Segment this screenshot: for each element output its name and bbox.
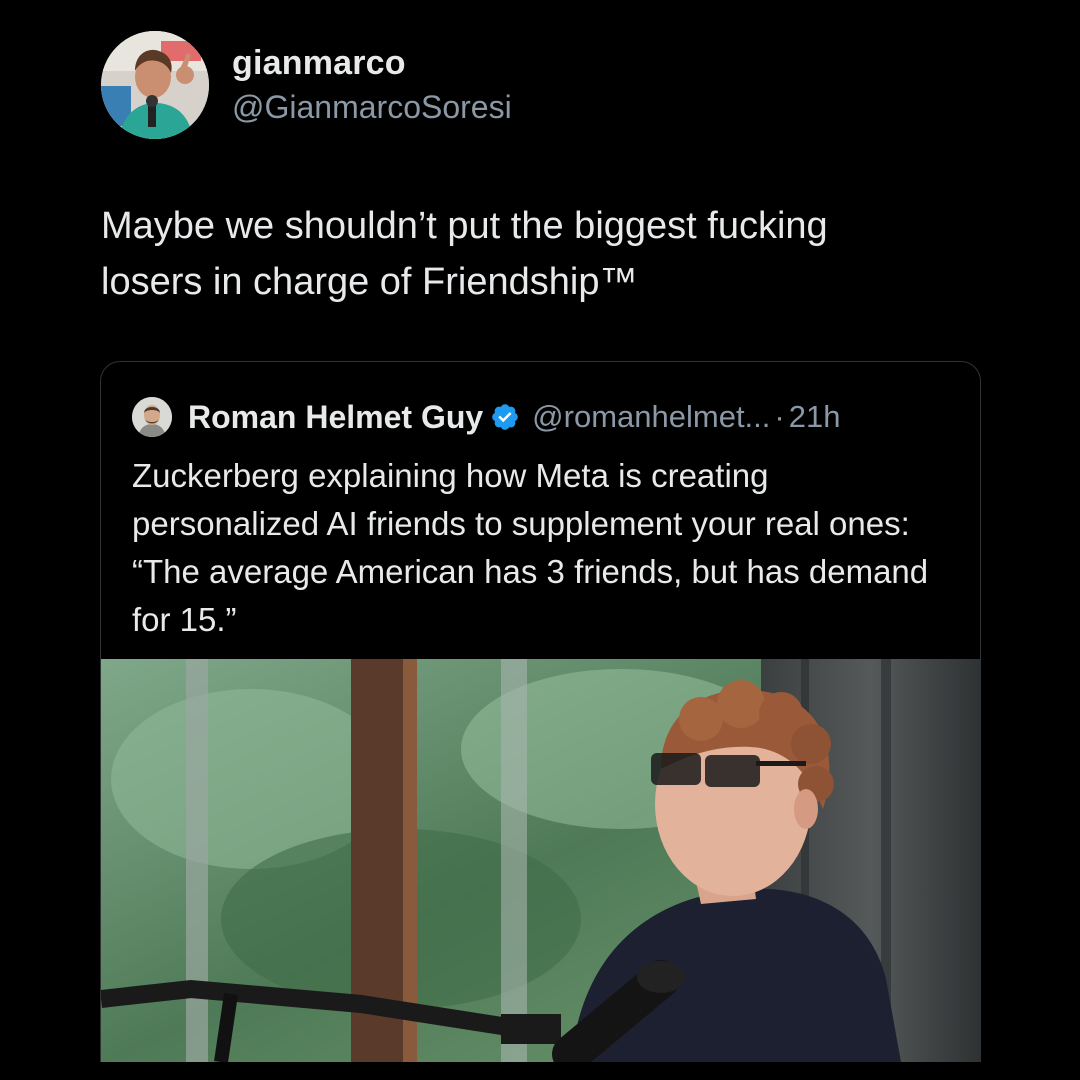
quoted-tweet-header: Roman Helmet Guy @romanhelmet... · 21h	[132, 392, 840, 442]
tweet-text: Maybe we shouldn’t put the biggest fucki…	[101, 205, 828, 303]
meta-separator: ·	[774, 399, 785, 434]
user-avatar-icon	[132, 397, 172, 437]
quoted-author-handle[interactable]: @romanhelmet...	[532, 399, 770, 435]
author-avatar[interactable]	[101, 31, 209, 139]
quoted-author-display-name[interactable]: Roman Helmet Guy	[188, 399, 483, 436]
quoted-tweet-text: Zuckerberg explaining how Meta is creati…	[132, 457, 929, 638]
user-avatar-icon	[101, 31, 209, 139]
author-names: gianmarco @GianmarcoSoresi	[232, 42, 512, 128]
video-still-image	[101, 659, 980, 1062]
author-display-name[interactable]: gianmarco	[232, 42, 512, 84]
quoted-author-avatar[interactable]	[132, 397, 172, 437]
quoted-tweet-timestamp[interactable]: 21h	[789, 399, 841, 435]
quoted-tweet-card[interactable]: Roman Helmet Guy @romanhelmet... · 21h Z…	[100, 361, 981, 1062]
author-handle[interactable]: @GianmarcoSoresi	[232, 86, 512, 128]
tweet-author[interactable]: gianmarco @GianmarcoSoresi	[101, 30, 512, 140]
verified-badge-icon	[490, 402, 520, 432]
quoted-tweet-media[interactable]	[101, 659, 980, 1062]
tweet-screenshot: gianmarco @GianmarcoSoresi Maybe we shou…	[0, 0, 1080, 1080]
